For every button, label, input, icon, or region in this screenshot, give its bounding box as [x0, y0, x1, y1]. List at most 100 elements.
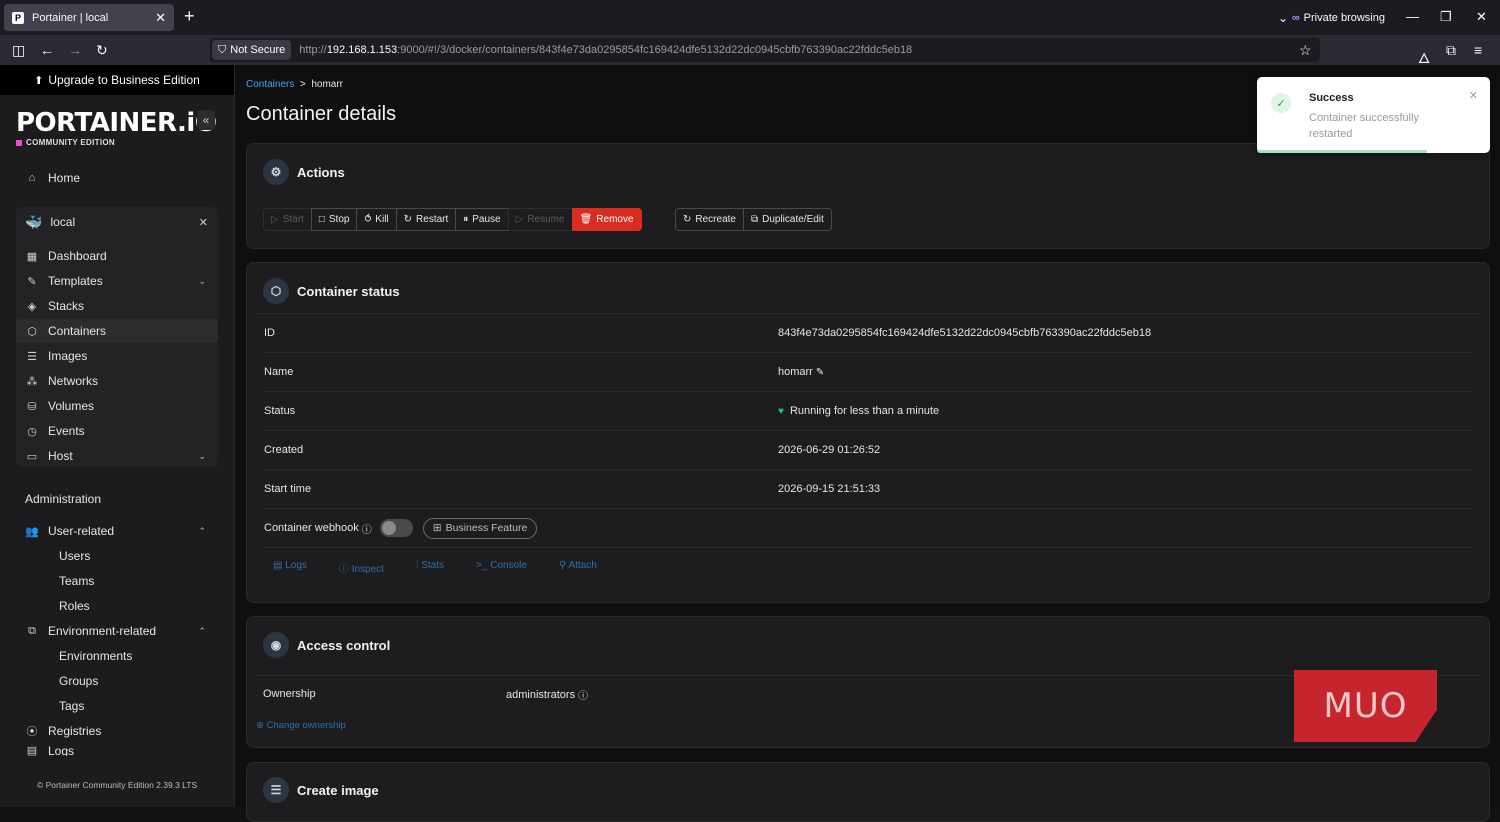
sidebar-item-environment-related[interactable]: ⧉ Environment-related ⌃ [16, 619, 218, 643]
containers-icon: ⬡ [27, 325, 37, 338]
back-arrow-icon[interactable]: ← [40, 42, 54, 58]
remove-button[interactable]: 🗑 Remove [571, 208, 642, 231]
sidebar-item-stacks[interactable]: ◈ Stacks [16, 294, 218, 318]
sidebar-toggle-icon[interactable]: ◫ [12, 42, 25, 59]
stats-link[interactable]: ⫶ Stats [416, 560, 460, 575]
sidebar-item-tags[interactable]: Tags [59, 699, 84, 713]
tab-list-chevron-icon[interactable]: ⌄ [1278, 0, 1288, 35]
upgrade-icon: ⬆ [34, 74, 44, 87]
home-icon: ⌂ [28, 172, 36, 184]
sidebar-item-images[interactable]: ☰ Images [16, 344, 218, 368]
chevron-down-icon: ⌄ [198, 450, 206, 461]
pause-button[interactable]: ⏸ Pause [455, 208, 509, 231]
sidebar-item-registries[interactable]: ⦿ Registries [16, 719, 218, 743]
resume-button[interactable]: ▷ Resume [507, 208, 573, 231]
window-close-button[interactable]: ✕ [1476, 9, 1487, 25]
toast-progress-bar [1257, 150, 1427, 153]
actions-card: ⚙ Actions ▷ Start □ Stop ⥀ Kill ↻ Restart ⏸ P… [246, 143, 1490, 249]
breadcrumb-current: homarr [311, 79, 344, 90]
browser-tab[interactable]: P Portainer | local ✕ [4, 4, 174, 31]
not-secure-badge[interactable]: ⛉ Not Secure [212, 40, 292, 60]
sidebar-item-users[interactable]: Users [59, 549, 90, 563]
environment-close-icon[interactable]: ✕ [199, 216, 208, 229]
webhook-label: Container webhook [264, 522, 359, 534]
sidebar-item-logs[interactable]: ▤ Logs [16, 744, 218, 756]
console-link[interactable]: >_ Console [476, 560, 543, 575]
container-name-value: homarr [778, 366, 813, 378]
sidebar-item-user-related[interactable]: 👥 User-related ⌃ [16, 519, 218, 543]
extensions-icon[interactable]: ⧉ [1446, 42, 1456, 59]
collapse-sidebar-button[interactable]: « [197, 110, 215, 130]
duplicate-edit-button[interactable]: ⧉ Duplicate/Edit [742, 208, 832, 231]
change-ownership-link[interactable]: ⊕ Change ownership [256, 720, 346, 731]
attach-link[interactable]: ⚲ Attach [559, 560, 613, 575]
help-icon: ⓘ [361, 524, 372, 536]
tab-title: Portainer | local [32, 11, 109, 24]
trash-icon: 🗑 [579, 214, 593, 225]
sidebar-item-host[interactable]: ▭ Host ⌄ [16, 444, 218, 468]
breadcrumb-containers-link[interactable]: Containers [246, 79, 294, 90]
create-image-card: ☰ Create image [246, 762, 1490, 822]
portainer-logo: PORTAINER.iO [16, 108, 217, 138]
chevron-up-icon: ⌃ [198, 525, 206, 536]
sidebar-item-environments[interactable]: Environments [59, 649, 132, 663]
ownership-value: administrators ⓘ [506, 688, 589, 703]
url-text[interactable]: http://192.168.1.153:9000/#!/3/docker/co… [299, 44, 912, 56]
breadcrumb: Containers > homarr [246, 79, 344, 90]
start-button[interactable]: ▷ Start [263, 208, 312, 231]
page-title: Container details [246, 103, 397, 125]
box-icon: ⬡ [263, 278, 289, 304]
restart-button[interactable]: ↻ Restart [395, 208, 457, 231]
edition-label: COMMUNITY EDITION [16, 138, 115, 147]
container-action-buttons: ▷ Start □ Stop ⥀ Kill ↻ Restart ⏸ Pause ▷ Resu… [263, 208, 642, 231]
container-recreate-buttons: ↻ Recreate ⧉ Duplicate/Edit [675, 208, 832, 231]
sidebar-item-roles[interactable]: Roles [59, 599, 90, 613]
environment-header[interactable]: 🐳 local ✕ [16, 207, 218, 237]
heartbeat-icon: ♥ [778, 405, 784, 417]
new-tab-button[interactable]: + [184, 6, 195, 27]
environment-icon: ⧉ [28, 624, 36, 637]
edit-icon[interactable]: ✎ [816, 367, 824, 378]
users-icon: 👥 [25, 525, 39, 538]
stop-icon: □ [318, 214, 325, 225]
minimize-button[interactable]: — [1406, 9, 1419, 24]
sidebar-item-teams[interactable]: Teams [59, 574, 94, 588]
container-quick-links: ▤ Logs ⓘ Inspect ⫶ Stats >_ Console ⚲ At… [273, 560, 629, 575]
upgrade-banner[interactable]: ⬆ Upgrade to Business Edition [0, 65, 234, 95]
kill-button[interactable]: ⥀ Kill [356, 208, 397, 231]
sidebar-item-templates[interactable]: ✎ Templates ⌄ [16, 269, 218, 293]
chevron-up-icon: ⌃ [198, 625, 206, 636]
sidebar-item-networks[interactable]: ⁂ Networks [16, 369, 218, 393]
refresh-icon: ↻ [403, 214, 413, 225]
container-status-heading: ⬡ Container status [263, 278, 400, 304]
recreate-button[interactable]: ↻ Recreate [675, 208, 744, 231]
toast-close-icon[interactable]: ✕ [1469, 89, 1478, 102]
container-status-card: ⬡ Container status ID 843f4e73da0295854f… [246, 262, 1490, 603]
reload-icon[interactable]: ↻ [96, 42, 108, 59]
restore-button[interactable]: ❐ [1440, 9, 1452, 25]
docker-icon: 🐳 [25, 213, 43, 230]
bookmark-star-icon[interactable]: ☆ [1299, 42, 1312, 59]
menu-icon[interactable]: ≡ [1474, 42, 1482, 58]
status-row-name: Name homarr ✎ [264, 353, 1474, 392]
list-icon: ☰ [263, 777, 289, 803]
sidebar-item-groups[interactable]: Groups [59, 674, 98, 688]
webhook-toggle[interactable] [379, 519, 413, 537]
events-icon: ◷ [27, 425, 37, 438]
url-bar[interactable]: ⛉ Not Secure http://192.168.1.153:9000/#… [210, 38, 1320, 62]
briefcase-icon: ⊞ [432, 522, 442, 534]
dashboard-icon: ▦ [26, 250, 38, 263]
inspect-link[interactable]: ⓘ Inspect [339, 560, 400, 575]
volumes-icon: ⛁ [27, 400, 37, 413]
forward-arrow-icon[interactable]: → [68, 42, 82, 58]
refresh-icon: ↻ [683, 214, 692, 225]
stop-button[interactable]: □ Stop [310, 208, 358, 231]
sidebar-item-events[interactable]: ◷ Events [16, 419, 218, 443]
templates-icon: ✎ [27, 275, 37, 288]
sidebar-item-volumes[interactable]: ⛁ Volumes [16, 394, 218, 418]
tab-close-icon[interactable]: ✕ [155, 10, 166, 26]
sidebar-item-containers[interactable]: ⬡ Containers [16, 319, 218, 343]
logs-link[interactable]: ▤ Logs [273, 560, 323, 575]
sidebar-item-dashboard[interactable]: ▦ Dashboard [16, 244, 218, 268]
sidebar-item-home[interactable]: ⌂ Home [16, 166, 218, 190]
